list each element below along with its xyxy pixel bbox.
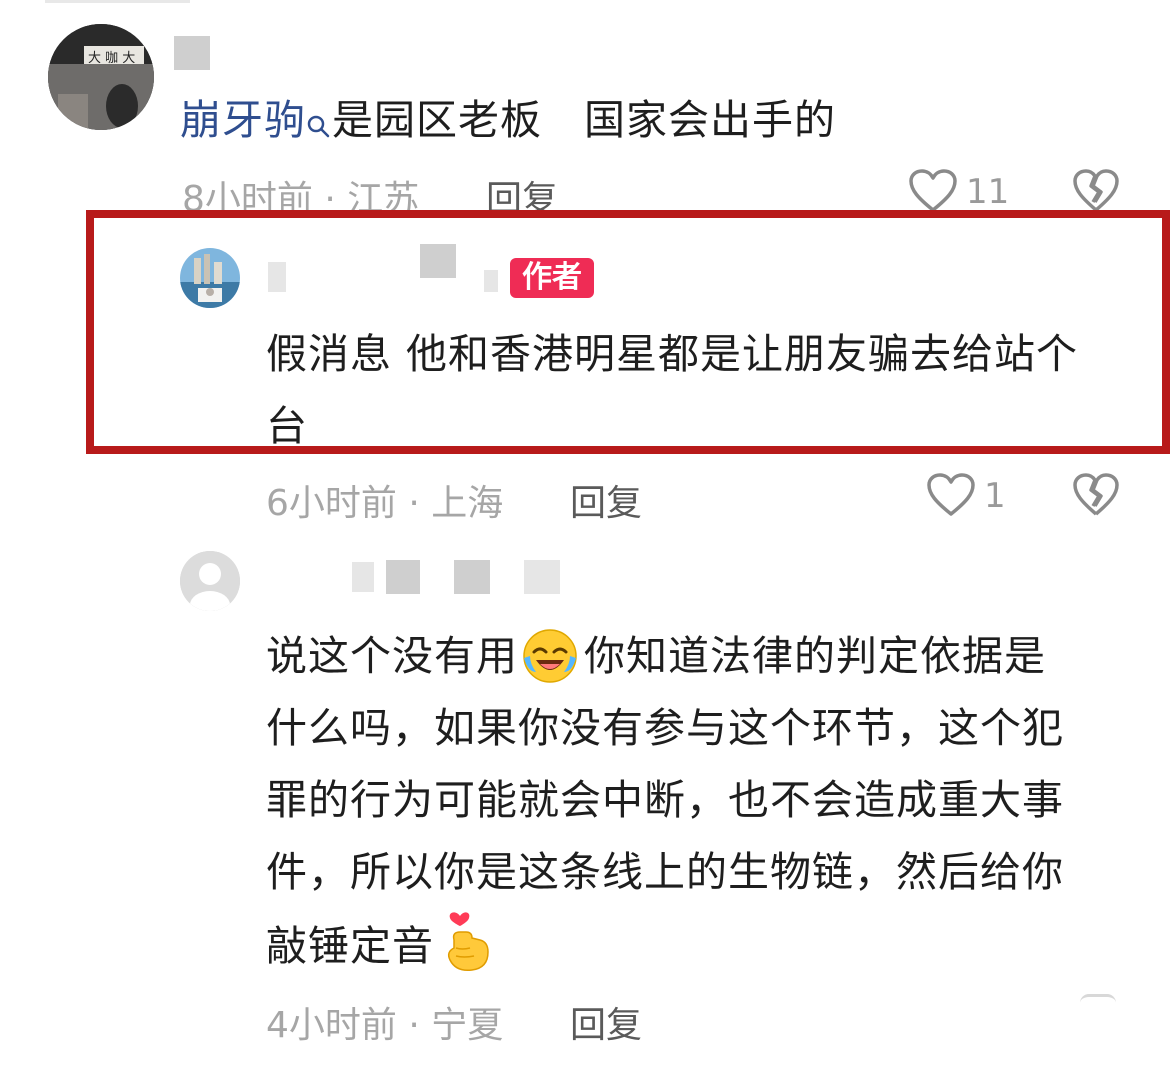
comment-text-line: 件，所以你是这条线上的生物链，然后给你 [266,848,1064,896]
comment-text-line: 敲锤定音 [266,910,492,996]
comment-text: 崩牙驹 是园区老板 国家会出手的 [180,84,836,162]
svg-text:大 咖 大: 大 咖 大 [88,51,135,66]
partial-icon [1080,994,1116,1003]
reply-button[interactable]: 回复 [570,996,642,1048]
username-redacted [454,560,490,594]
highlight-box [86,210,1170,454]
avatar[interactable]: 大 咖 大 [48,24,154,130]
comment-body: 是园区老板 国家会出手的 [332,96,836,144]
comment-text-line: 什么吗，如果你没有参与这个环节，这个犯 [266,704,1064,752]
mention-link[interactable]: 崩牙驹 [180,96,306,144]
username-redacted [352,562,374,592]
heart-icon[interactable] [926,472,976,522]
comment-text-segment: 你知道法律的判定依据是 [584,632,1046,680]
comment-time-location: 4小时前 · 宁夏 [266,1005,504,1046]
comment-text-line: 罪的行为可能就会中断，也不会造成重大事 [266,776,1064,824]
username-redacted [174,36,210,70]
top-divider [45,0,190,3]
search-icon[interactable] [306,90,332,162]
username-redacted [386,560,420,594]
username-redacted [524,560,560,594]
comment-text-segment: 说这个没有用 [266,632,518,680]
comment-time-location: 6小时前 · 上海 [266,483,504,524]
reply-button[interactable]: 回复 [570,474,642,526]
finger-heart-emoji-icon [442,910,492,996]
broken-heart-icon[interactable] [1072,472,1120,522]
avatar[interactable] [180,551,240,611]
comment-text-segment: 敲锤定音 [266,922,434,970]
like-count: 1 [984,476,1006,516]
like-count: 11 [966,172,1010,212]
